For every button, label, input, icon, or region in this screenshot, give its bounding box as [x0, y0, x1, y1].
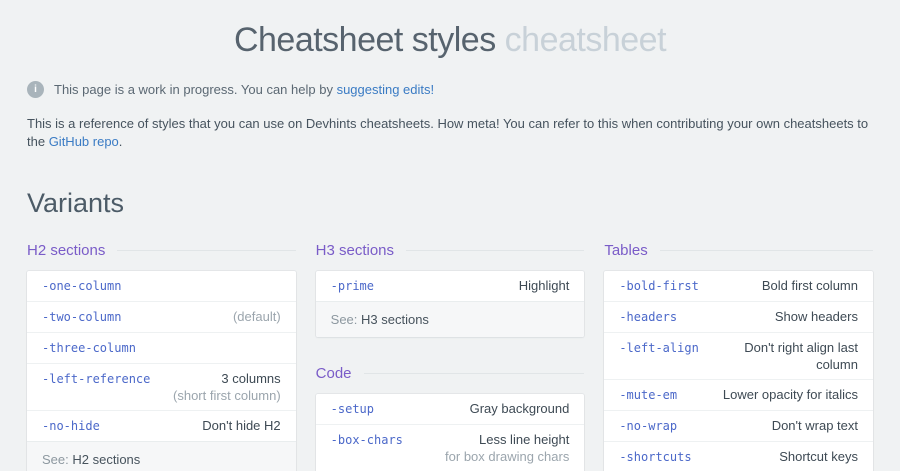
- variant-code: -one-column: [42, 279, 122, 293]
- card-footer: See: H2 sections: [27, 441, 296, 471]
- table-row: -left-reference 3 columns (short first co…: [27, 363, 296, 410]
- variant-code: -prime: [330, 279, 375, 293]
- table-row: -three-column: [27, 332, 296, 363]
- variants-card-h3-sections: -prime Highlight See: H3 sections: [315, 271, 585, 337]
- section-heading-code: Code: [316, 363, 585, 383]
- variant-note: (default): [232, 309, 281, 324]
- heading-rule: [659, 249, 873, 251]
- variants-card-h2-sections: -one-column -two-column (default) -three…: [27, 271, 296, 471]
- variant-desc: Highlight: [518, 278, 570, 293]
- variants-card-code: -setup Gray background -box-chars Less l…: [315, 394, 585, 471]
- table-row: -shortcuts Shortcut keys: [604, 441, 873, 471]
- table-row: -mute-em Lower opacity for italics: [604, 379, 873, 410]
- variant-code: -left-align: [619, 341, 699, 355]
- wip-notice: i This page is a work in progress. You c…: [27, 81, 873, 98]
- column-2: H3 sections -prime Highlight See: H3 sec…: [315, 240, 585, 471]
- see-label: See:: [330, 312, 362, 327]
- see-link-h3-sections[interactable]: H3 sections: [361, 312, 429, 327]
- variant-code: -setup: [330, 402, 375, 416]
- heading-rule: [363, 372, 585, 374]
- card-footer: See: H3 sections: [315, 301, 585, 337]
- variant-code: -two-column: [42, 310, 122, 324]
- section-heading-h3-sections: H3 sections: [316, 240, 585, 260]
- variant-note: (short first column): [173, 388, 281, 403]
- section-code: Code -setup Gray background -box-chars L…: [315, 363, 585, 471]
- variants-heading: Variants: [27, 188, 125, 218]
- heading-rule: [117, 249, 296, 251]
- variant-desc: Bold first column: [761, 278, 858, 293]
- variant-code: -left-reference: [42, 372, 151, 386]
- table-row: -two-column (default): [27, 301, 296, 332]
- variant-desc: Don't hide H2: [202, 418, 281, 433]
- section-heading-h2-sections: H2 sections: [27, 240, 296, 260]
- variants-card-tables: -bold-first Bold first column -headers S…: [604, 271, 873, 471]
- variant-desc: Don't right align last column: [744, 340, 858, 372]
- variant-code: -mute-em: [619, 388, 678, 402]
- github-repo-link[interactable]: GitHub repo: [49, 134, 119, 149]
- variant-code: -no-hide: [42, 419, 100, 433]
- info-icon: i: [27, 81, 44, 98]
- variant-code: -headers: [619, 310, 678, 324]
- table-row: -box-chars Less line height for box drawi…: [315, 424, 585, 471]
- see-label: See:: [42, 452, 73, 467]
- intro-paragraph: This is a reference of styles that you c…: [27, 116, 869, 149]
- variant-desc: Don't wrap text: [771, 418, 858, 433]
- section-h2-sections: H2 sections -one-column -two-column (def…: [27, 240, 296, 471]
- table-row: -headers Show headers: [604, 301, 873, 332]
- variants-columns: H2 sections -one-column -two-column (def…: [0, 240, 900, 471]
- variant-desc: Less line height: [478, 432, 570, 447]
- table-row: -no-wrap Don't wrap text: [604, 410, 873, 441]
- column-1: H2 sections -one-column -two-column (def…: [27, 240, 296, 471]
- column-3: Tables -bold-first Bold first column -he…: [604, 240, 873, 471]
- variant-desc: Gray background: [469, 401, 570, 416]
- wip-text: This page is a work in progress. You can…: [54, 82, 435, 97]
- variant-desc: Show headers: [774, 309, 858, 324]
- page-title-main: Cheatsheet styles: [233, 21, 496, 59]
- table-row: -setup Gray background: [316, 394, 585, 424]
- table-row: -one-column: [27, 271, 296, 301]
- see-link-h2-sections[interactable]: H2 sections: [72, 452, 140, 467]
- variant-desc: 3 columns: [221, 371, 281, 386]
- section-tables: Tables -bold-first Bold first column -he…: [604, 240, 873, 471]
- variant-code: -three-column: [42, 341, 136, 355]
- heading-rule: [406, 249, 585, 251]
- variant-code: -shortcuts: [619, 450, 692, 464]
- suggesting-edits-link[interactable]: suggesting edits!: [337, 82, 435, 97]
- variant-code: -box-chars: [330, 433, 403, 447]
- page-title: Cheatsheet styles cheatsheet: [0, 0, 900, 60]
- section-heading-tables: Tables: [604, 240, 873, 260]
- variant-desc: Shortcut keys: [779, 449, 858, 464]
- variant-note: for box drawing chars: [445, 449, 570, 464]
- variant-code: -bold-first: [619, 279, 699, 293]
- variant-code: -no-wrap: [619, 419, 678, 433]
- table-row: -prime Highlight: [316, 271, 585, 301]
- variant-desc: Lower opacity for italics: [722, 387, 858, 402]
- table-row: -left-align Don't right align last colum…: [604, 332, 873, 379]
- page-title-suffix: cheatsheet: [504, 21, 667, 59]
- section-h3-sections: H3 sections -prime Highlight See: H3 sec…: [315, 240, 585, 337]
- table-row: -bold-first Bold first column: [604, 271, 873, 301]
- table-row: -no-hide Don't hide H2: [27, 410, 296, 441]
